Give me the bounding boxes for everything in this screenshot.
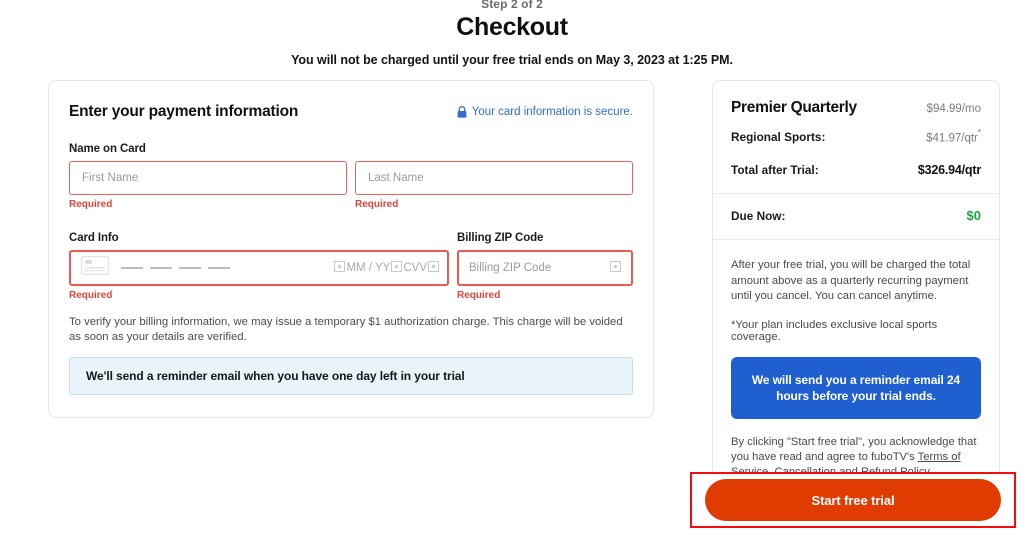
- last-name-input[interactable]: [355, 161, 633, 195]
- content-columns: Enter your payment information Your card…: [0, 80, 1024, 497]
- plan-price: $94.99/mo: [926, 103, 981, 115]
- card-zip-input-row: MM / YY CVV Billing ZIP Code: [69, 250, 633, 286]
- first-name-error: Required: [69, 199, 113, 210]
- broken-image-icon: [391, 261, 403, 275]
- checkout-page: Step 2 of 2 Checkout You will not be cha…: [0, 0, 1024, 542]
- lock-icon: [457, 106, 467, 118]
- card-number-placeholder: [121, 267, 230, 269]
- reminder-email-banner: We'll send a reminder email when you hav…: [69, 357, 633, 395]
- plan-row: Premier Quarterly $94.99/mo: [731, 99, 981, 117]
- start-free-trial-highlight: Start free trial: [690, 472, 1016, 528]
- first-name-input[interactable]: [69, 161, 347, 195]
- billing-zip-placeholder: Billing ZIP Code: [469, 262, 552, 274]
- secure-notice-text: Your card information is secure.: [471, 106, 633, 118]
- payment-header: Enter your payment information Your card…: [69, 103, 633, 121]
- card-zip-error-row: Required Required: [69, 286, 633, 301]
- page-title: Checkout: [456, 13, 568, 41]
- payment-form-title: Enter your payment information: [69, 103, 299, 120]
- total-after-trial-label: Total after Trial:: [731, 163, 819, 178]
- card-info-error: Required: [69, 290, 113, 301]
- card-expiry-placeholder: MM / YY: [346, 262, 391, 274]
- asterisk-marker: *: [977, 128, 981, 137]
- due-now-value: $0: [966, 208, 981, 224]
- reminder-email-callout: We will send you a reminder email 24 hou…: [731, 356, 981, 419]
- card-expiry-cvv-group: MM / YY CVV: [334, 261, 439, 275]
- plan-name: Premier Quarterly: [731, 99, 857, 116]
- broken-image-icon: [610, 259, 621, 277]
- card-info-input[interactable]: MM / YY CVV: [69, 250, 449, 286]
- summary-divider: [713, 193, 999, 195]
- billing-zip-error: Required: [457, 290, 501, 301]
- regional-sports-label: Regional Sports:: [731, 130, 826, 145]
- due-now-label: Due Now:: [731, 209, 786, 224]
- start-free-trial-button[interactable]: Start free trial: [705, 479, 1001, 521]
- regional-sports-price: $41.97/qtr: [926, 132, 978, 145]
- total-after-trial-value: $326.94/qtr: [917, 163, 981, 178]
- secure-notice: Your card information is secure.: [457, 106, 633, 118]
- card-cvv-placeholder: CVV: [403, 262, 427, 274]
- first-name-group: Required: [69, 161, 347, 210]
- card-zip-label-row: Card Info Billing ZIP Code: [69, 210, 633, 250]
- due-now-row: Due Now: $0: [731, 208, 981, 223]
- last-name-error: Required: [355, 199, 399, 210]
- step-indicator: Step 2 of 2: [481, 0, 543, 11]
- order-summary-panel: Premier Quarterly $94.99/mo Regional Spo…: [712, 80, 1000, 497]
- broken-image-icon: [428, 261, 439, 275]
- card-info-label: Card Info: [69, 232, 119, 244]
- last-name-group: Required: [355, 161, 633, 210]
- regional-sports-value: $41.97/qtr*: [926, 128, 981, 146]
- plan-footnote: *Your plan includes exclusive local spor…: [731, 318, 938, 343]
- page-header: Step 2 of 2 Checkout You will not be cha…: [0, 0, 1024, 67]
- total-after-trial-row: Total after Trial: $326.94/qtr: [731, 163, 981, 177]
- billing-zip-input[interactable]: Billing ZIP Code: [457, 250, 633, 286]
- regional-sports-row: Regional Sports: $41.97/qtr*: [731, 128, 981, 146]
- summary-divider-2: [713, 239, 999, 241]
- broken-image-icon: [334, 261, 346, 275]
- trial-billing-note: You will not be charged until your free …: [291, 53, 733, 67]
- credit-card-icon: [81, 256, 109, 280]
- name-fields-row: Required Required: [69, 161, 633, 210]
- billing-zip-label: Billing ZIP Code: [457, 232, 544, 244]
- name-on-card-label: Name on Card: [69, 143, 146, 155]
- payment-form-card: Enter your payment information Your card…: [48, 80, 654, 418]
- recurring-charge-description: After your free trial, you will be charg…: [731, 259, 971, 303]
- authorization-charge-text: To verify your billing information, we m…: [69, 316, 623, 343]
